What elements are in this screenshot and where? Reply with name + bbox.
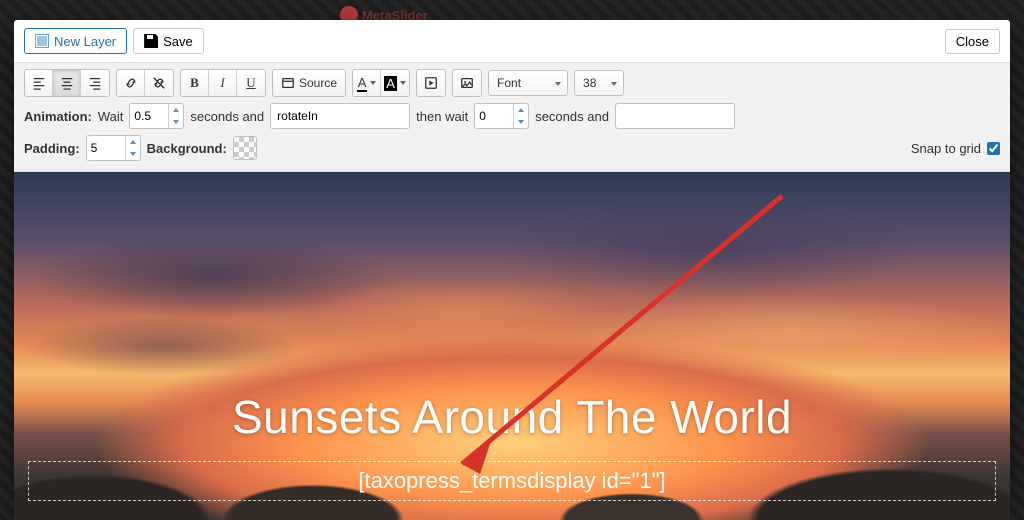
unlink-button[interactable]	[145, 70, 173, 96]
align-left-button[interactable]	[25, 70, 53, 96]
image-icon	[460, 76, 474, 90]
bold-button[interactable]: B	[181, 70, 209, 96]
editor-toolbar: B I U Source A A	[14, 62, 1010, 172]
delay-out-input[interactable]	[474, 103, 529, 129]
seconds-and-2: seconds and	[535, 109, 609, 124]
delay-in-up[interactable]	[169, 104, 183, 116]
background-label: Background:	[147, 141, 227, 156]
padding-up[interactable]	[126, 136, 140, 148]
insert-image-button[interactable]	[453, 70, 481, 96]
text-style-group: B I U	[180, 69, 266, 97]
align-center-button[interactable]	[53, 70, 81, 96]
wait-label-1: Wait	[98, 109, 124, 124]
padding-down[interactable]	[126, 148, 140, 160]
color-group: A A	[352, 69, 410, 97]
media-icon	[424, 76, 438, 90]
text-color-button[interactable]: A	[353, 70, 381, 96]
snap-to-grid[interactable]: Snap to grid	[911, 141, 1000, 156]
font-family-select[interactable]: Font	[488, 70, 568, 96]
new-layer-button[interactable]: New Layer	[24, 28, 127, 54]
font-size-select[interactable]: 38	[574, 70, 624, 96]
insert-media-button[interactable]	[417, 70, 445, 96]
delay-in-down[interactable]	[169, 116, 183, 128]
italic-button[interactable]: I	[209, 70, 237, 96]
delay-out-up[interactable]	[514, 104, 528, 116]
seconds-and-1: seconds and	[190, 109, 264, 124]
align-group	[24, 69, 110, 97]
delay-in-input[interactable]	[129, 103, 184, 129]
save-button[interactable]: Save	[133, 28, 204, 54]
link-group	[116, 69, 174, 97]
align-right-button[interactable]	[81, 70, 109, 96]
underline-button[interactable]: U	[237, 70, 265, 96]
padding-input[interactable]	[86, 135, 141, 161]
snap-to-grid-checkbox[interactable]	[987, 142, 1000, 155]
modal-header: New Layer Save Close	[14, 20, 1010, 62]
delay-out-down[interactable]	[514, 116, 528, 128]
bg-color-button[interactable]: A	[381, 70, 409, 96]
slide-canvas[interactable]: Sunsets Around The World [taxopress_term…	[14, 172, 1010, 520]
save-icon	[144, 34, 158, 48]
layer-editor-modal: New Layer Save Close	[14, 20, 1010, 520]
link-button[interactable]	[117, 70, 145, 96]
close-button[interactable]: Close	[945, 29, 1000, 54]
animation-in-input[interactable]	[270, 103, 410, 129]
padding-label: Padding:	[24, 141, 80, 156]
layer-icon	[35, 34, 49, 48]
slide-shortcode-layer[interactable]: [taxopress_termsdisplay id="1"]	[28, 461, 996, 501]
background-color-swatch[interactable]	[233, 136, 257, 160]
then-wait-label: then wait	[416, 109, 468, 124]
animation-out-input[interactable]	[615, 103, 735, 129]
slide-title-layer[interactable]: Sunsets Around The World	[14, 390, 1010, 444]
animation-label: Animation:	[24, 109, 92, 124]
source-button[interactable]: Source	[273, 70, 345, 96]
source-icon	[281, 76, 295, 90]
